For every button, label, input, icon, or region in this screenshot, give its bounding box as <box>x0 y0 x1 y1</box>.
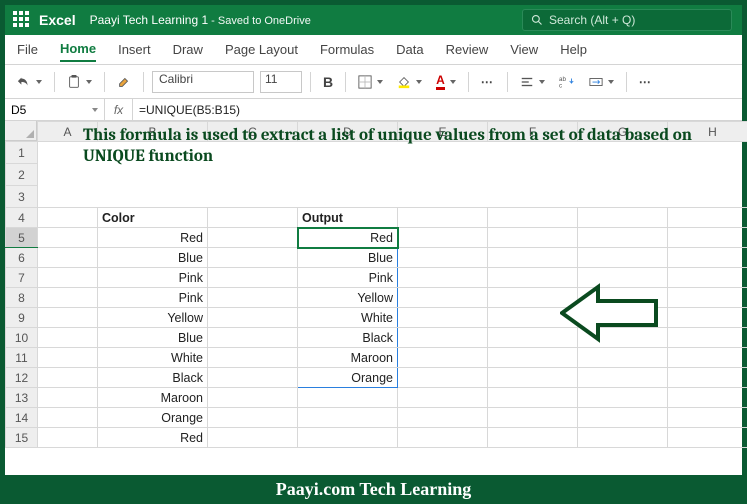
merge-icon <box>589 75 603 89</box>
row-header[interactable]: 7 <box>6 268 38 288</box>
cell[interactable]: Yellow <box>98 308 208 328</box>
merge-button[interactable] <box>585 73 618 91</box>
align-button[interactable] <box>516 73 549 91</box>
undo-icon <box>17 75 31 89</box>
formula-input[interactable]: =UNIQUE(B5:B15) <box>133 99 742 120</box>
select-all-corner[interactable] <box>5 121 37 141</box>
tab-data[interactable]: Data <box>396 38 423 61</box>
align-icon <box>520 75 534 89</box>
paste-button[interactable] <box>63 73 96 91</box>
cell[interactable]: Output <box>298 208 398 228</box>
cell[interactable]: Pink <box>98 288 208 308</box>
tab-insert[interactable]: Insert <box>118 38 151 61</box>
row-header[interactable]: 13 <box>6 388 38 408</box>
cell[interactable]: Yellow <box>298 288 398 308</box>
font-color-button[interactable]: A <box>432 71 460 92</box>
row-header[interactable]: 3 <box>6 186 38 208</box>
app-launcher-icon[interactable] <box>13 11 31 29</box>
cell[interactable]: Pink <box>98 268 208 288</box>
font-size-select[interactable]: 11 <box>260 71 302 93</box>
cell[interactable]: Maroon <box>298 348 398 368</box>
tab-view[interactable]: View <box>510 38 538 61</box>
search-input[interactable]: Search (Alt + Q) <box>522 9 732 31</box>
borders-button[interactable] <box>354 73 387 91</box>
row-header[interactable]: 9 <box>6 308 38 328</box>
row-header[interactable]: 11 <box>6 348 38 368</box>
wrap-text-button[interactable]: abc <box>555 73 579 91</box>
row-header[interactable]: 15 <box>6 428 38 448</box>
app-name: Excel <box>39 12 76 28</box>
bucket-icon <box>397 75 411 89</box>
clipboard-icon <box>67 75 81 89</box>
tab-formulas[interactable]: Formulas <box>320 38 374 61</box>
format-painter-button[interactable] <box>113 73 135 91</box>
paintbrush-icon <box>117 75 131 89</box>
row-header[interactable]: 10 <box>6 328 38 348</box>
fill-color-button[interactable] <box>393 73 426 91</box>
row-header[interactable]: 1 <box>6 142 38 164</box>
cell[interactable]: Red <box>98 428 208 448</box>
row-header[interactable]: 5 <box>6 228 38 248</box>
borders-icon <box>358 75 372 89</box>
fx-button[interactable]: fx <box>105 99 133 120</box>
active-cell[interactable]: Red <box>298 228 398 248</box>
row-header[interactable]: 6 <box>6 248 38 268</box>
ribbon-toolbar: Calibri 11 B A ⋯ abc ⋯ <box>5 65 742 99</box>
footer-text: Paayi.com Tech Learning <box>0 479 747 500</box>
row-header[interactable]: 8 <box>6 288 38 308</box>
svg-text:c: c <box>559 82 562 89</box>
wrap-icon: abc <box>559 75 575 89</box>
search-placeholder: Search (Alt + Q) <box>549 13 635 27</box>
cell[interactable]: Blue <box>98 328 208 348</box>
document-title[interactable]: Paayi Tech Learning 1 - Saved to OneDriv… <box>90 13 311 27</box>
cell[interactable]: Red <box>98 228 208 248</box>
row-header[interactable]: 4 <box>6 208 38 228</box>
arrow-left-icon <box>560 283 660 343</box>
row-header[interactable]: 12 <box>6 368 38 388</box>
cell[interactable]: Color <box>98 208 208 228</box>
ribbon-tabs: File Home Insert Draw Page Layout Formul… <box>5 35 742 65</box>
cell[interactable]: White <box>98 348 208 368</box>
cell[interactable]: Maroon <box>98 388 208 408</box>
tab-file[interactable]: File <box>17 38 38 61</box>
font-name-select[interactable]: Calibri <box>152 71 254 93</box>
search-container: Search (Alt + Q) <box>522 9 732 31</box>
bold-button[interactable]: B <box>319 72 337 92</box>
description-text: This formula is used to extract a list o… <box>83 125 693 168</box>
tab-review[interactable]: Review <box>446 38 489 61</box>
undo-button[interactable] <box>13 73 46 91</box>
cell[interactable]: Pink <box>298 268 398 288</box>
cell[interactable]: Black <box>298 328 398 348</box>
cell[interactable]: Blue <box>298 248 398 268</box>
chevron-down-icon <box>92 108 98 112</box>
row-header[interactable]: 14 <box>6 408 38 428</box>
cell[interactable]: Orange <box>98 408 208 428</box>
cell[interactable]: Orange <box>298 368 398 388</box>
formula-bar: D5 fx =UNIQUE(B5:B15) <box>5 99 742 121</box>
search-icon <box>531 14 543 26</box>
title-bar: Excel Paayi Tech Learning 1 - Saved to O… <box>5 5 742 35</box>
more-font-button[interactable]: ⋯ <box>477 73 499 91</box>
tab-page-layout[interactable]: Page Layout <box>225 38 298 61</box>
row-header[interactable]: 2 <box>6 164 38 186</box>
more-align-button[interactable]: ⋯ <box>635 73 657 91</box>
tab-help[interactable]: Help <box>560 38 587 61</box>
cell[interactable]: White <box>298 308 398 328</box>
tab-home[interactable]: Home <box>60 37 96 62</box>
cell[interactable]: Black <box>98 368 208 388</box>
tab-draw[interactable]: Draw <box>173 38 203 61</box>
name-box[interactable]: D5 <box>5 99 105 120</box>
cell[interactable]: Blue <box>98 248 208 268</box>
